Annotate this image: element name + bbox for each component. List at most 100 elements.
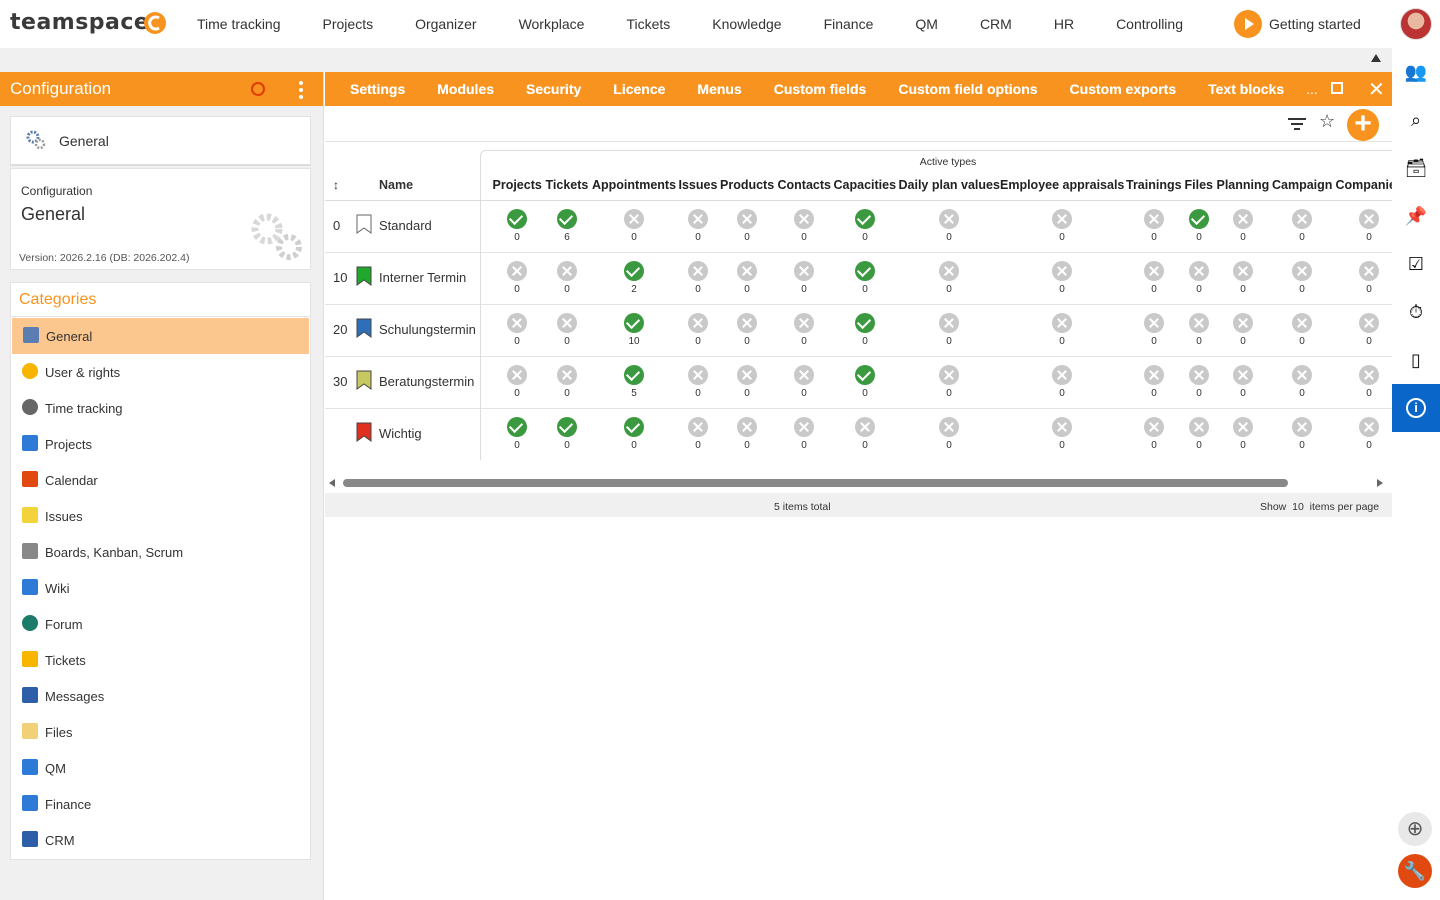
cross-inactive-icon[interactable] <box>1189 365 1209 385</box>
column-header-issues[interactable]: Issues <box>679 178 718 192</box>
cross-inactive-icon[interactable] <box>1233 417 1253 437</box>
type-cell[interactable]: 2 <box>614 261 654 295</box>
type-cell[interactable]: 0 <box>1179 313 1219 347</box>
type-cell[interactable]: 0 <box>929 417 969 451</box>
nav-item-qm[interactable]: QM <box>894 0 959 48</box>
type-cell[interactable]: 0 <box>929 365 969 399</box>
cross-inactive-icon[interactable] <box>507 365 527 385</box>
debug-icon[interactable] <box>251 82 265 96</box>
cross-inactive-icon[interactable] <box>1052 261 1072 281</box>
filter-icon[interactable] <box>1288 118 1306 133</box>
cross-inactive-icon[interactable] <box>1359 365 1379 385</box>
cross-inactive-icon[interactable] <box>688 261 708 281</box>
type-cell[interactable]: 0 <box>497 417 537 451</box>
check-active-icon[interactable] <box>624 365 644 385</box>
cross-inactive-icon[interactable] <box>1052 313 1072 333</box>
type-cell[interactable]: 0 <box>845 209 885 243</box>
check-active-icon[interactable] <box>855 261 875 281</box>
type-cell[interactable]: 0 <box>1042 313 1082 347</box>
cross-inactive-icon[interactable] <box>737 365 757 385</box>
type-cell[interactable]: 0 <box>784 365 824 399</box>
type-cell[interactable]: 0 <box>678 365 718 399</box>
cross-inactive-icon[interactable] <box>1144 313 1164 333</box>
type-cell[interactable]: 0 <box>1282 261 1322 295</box>
type-cell[interactable]: 0 <box>1223 365 1263 399</box>
nav-item-tickets[interactable]: Tickets <box>605 0 691 48</box>
type-cell[interactable]: 0 <box>1282 209 1322 243</box>
category-tickets[interactable]: Tickets <box>11 642 310 678</box>
cross-inactive-icon[interactable] <box>1292 313 1312 333</box>
scroll-right-icon[interactable] <box>1377 479 1383 487</box>
add-button[interactable]: + <box>1347 109 1379 141</box>
column-header-employee-appraisals[interactable]: Employee appraisals <box>1000 178 1124 192</box>
getting-started-button[interactable]: Getting started <box>1234 10 1361 38</box>
type-cell[interactable]: 0 <box>727 209 767 243</box>
tab-modules[interactable]: Modules <box>421 81 510 97</box>
type-cell[interactable]: 0 <box>1223 313 1263 347</box>
table-row[interactable]: 10 Interner Termin 0 0 2 0 0 0 0 0 0 0 0 0 0 0 <box>325 253 1392 305</box>
scroll-left-icon[interactable] <box>329 479 335 487</box>
cross-inactive-icon[interactable] <box>1144 209 1164 229</box>
cross-inactive-icon[interactable] <box>737 209 757 229</box>
cross-inactive-icon[interactable] <box>1052 365 1072 385</box>
search-icon[interactable]: ⌕ <box>1404 108 1428 132</box>
cross-inactive-icon[interactable] <box>1359 313 1379 333</box>
type-cell[interactable]: 0 <box>547 313 587 347</box>
nav-item-finance[interactable]: Finance <box>803 0 895 48</box>
cross-inactive-icon[interactable] <box>1144 261 1164 281</box>
category-files[interactable]: Files <box>11 714 310 750</box>
info-button[interactable]: i <box>1392 384 1440 432</box>
cross-inactive-icon[interactable] <box>1359 261 1379 281</box>
tab-security[interactable]: Security <box>510 81 597 97</box>
tabs-more-button[interactable]: ... <box>1300 81 1318 97</box>
logo[interactable]: teamspace <box>10 10 149 35</box>
tab-menus[interactable]: Menus <box>681 81 757 97</box>
type-cell[interactable]: 0 <box>929 209 969 243</box>
type-cell[interactable]: 0 <box>845 417 885 451</box>
type-cell[interactable]: 0 <box>1223 209 1263 243</box>
type-cell[interactable]: 0 <box>1179 261 1219 295</box>
type-cell[interactable]: 0 <box>1134 209 1174 243</box>
cross-inactive-icon[interactable] <box>855 417 875 437</box>
column-header-planning[interactable]: Planning <box>1217 178 1270 192</box>
check-active-icon[interactable] <box>1189 209 1209 229</box>
type-cell[interactable]: 0 <box>1179 417 1219 451</box>
type-cell[interactable]: 0 <box>784 313 824 347</box>
type-cell[interactable]: 0 <box>727 417 767 451</box>
collapse-up-icon[interactable] <box>1371 54 1381 62</box>
type-cell[interactable]: 0 <box>1349 261 1389 295</box>
inbox-icon[interactable]: 🗃 <box>1404 156 1428 180</box>
column-header-companies[interactable]: Companies <box>1336 178 1393 192</box>
type-cell[interactable]: 0 <box>784 417 824 451</box>
type-cell[interactable]: 0 <box>678 417 718 451</box>
pin-icon[interactable]: 📌 <box>1404 204 1428 228</box>
cross-inactive-icon[interactable] <box>939 261 959 281</box>
cross-inactive-icon[interactable] <box>1189 313 1209 333</box>
type-cell[interactable]: 0 <box>547 365 587 399</box>
tab-custom-field-options[interactable]: Custom field options <box>882 81 1053 97</box>
tasks-icon[interactable]: ☑ <box>1404 252 1428 276</box>
nav-item-workplace[interactable]: Workplace <box>498 0 606 48</box>
mobile-icon[interactable]: ▯ <box>1404 348 1428 372</box>
type-cell[interactable]: 0 <box>929 313 969 347</box>
type-cell[interactable]: 0 <box>784 209 824 243</box>
type-cell[interactable]: 0 <box>845 313 885 347</box>
tab-custom-fields[interactable]: Custom fields <box>758 81 883 97</box>
type-cell[interactable]: 0 <box>1134 417 1174 451</box>
type-cell[interactable]: 0 <box>547 261 587 295</box>
cross-inactive-icon[interactable] <box>1233 261 1253 281</box>
table-row[interactable]: 20 Schulungstermin 0 0 10 0 0 0 0 0 0 0 0 0 0 0 <box>325 305 1392 357</box>
type-cell[interactable]: 0 <box>1349 417 1389 451</box>
cross-inactive-icon[interactable] <box>1233 365 1253 385</box>
column-header-projects[interactable]: Projects <box>493 178 542 192</box>
cross-inactive-icon[interactable] <box>1233 209 1253 229</box>
cross-inactive-icon[interactable] <box>507 261 527 281</box>
tab-text-blocks[interactable]: Text blocks <box>1192 81 1300 97</box>
check-active-icon[interactable] <box>855 209 875 229</box>
cross-inactive-icon[interactable] <box>557 365 577 385</box>
cross-inactive-icon[interactable] <box>939 313 959 333</box>
column-header-trainings[interactable]: Trainings <box>1126 178 1182 192</box>
type-cell[interactable]: 0 <box>678 209 718 243</box>
tab-custom-exports[interactable]: Custom exports <box>1054 81 1193 97</box>
type-cell[interactable]: 0 <box>727 313 767 347</box>
